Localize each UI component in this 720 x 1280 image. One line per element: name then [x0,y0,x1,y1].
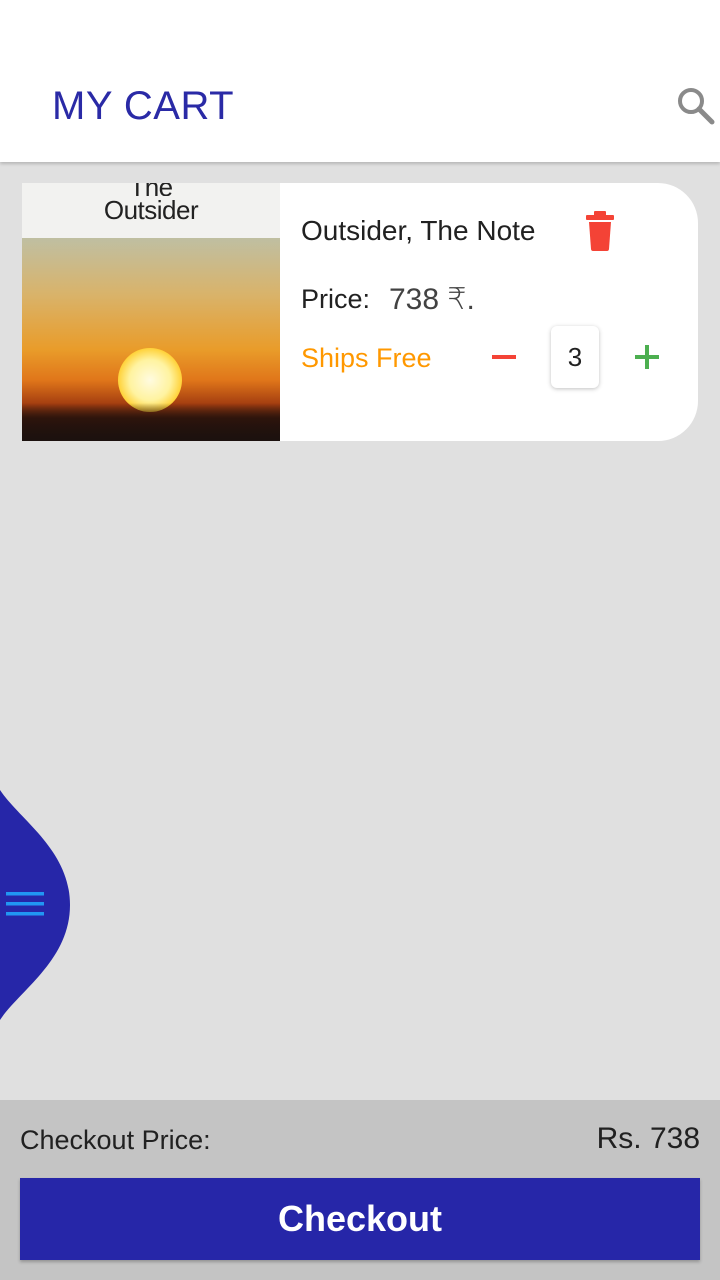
cart-item-card[interactable]: The Outsider Outsider, The Note Price: 7… [22,183,698,441]
price-value: 738 ₹. [389,283,475,316]
quantity-value[interactable]: 3 [551,326,599,388]
book-cover-image: The Outsider [22,183,280,441]
checkout-total: Rs. 738 [596,1122,700,1155]
item-title: Outsider, The Note [301,215,536,246]
page-title: MY CART [52,84,235,128]
app-bar: MY CART [0,0,720,162]
book-cover-title-band: The Outsider [22,183,280,238]
price-label: Price: [301,284,371,314]
book-cover-title: The Outsider [103,183,199,225]
search-icon[interactable] [672,82,720,130]
minus-icon[interactable] [484,333,524,381]
checkout-bar: Checkout Price: Rs. 738 Checkout [0,1100,720,1280]
side-menu-tab[interactable] [0,790,72,1020]
horizon-graphic [22,403,280,441]
checkout-button[interactable]: Checkout [20,1178,700,1260]
checkout-price-label: Checkout Price: [20,1125,211,1155]
plus-icon[interactable] [627,333,667,381]
trash-icon[interactable] [582,211,618,251]
book-cover-photo [22,238,280,441]
shipping-status: Ships Free [301,343,432,373]
